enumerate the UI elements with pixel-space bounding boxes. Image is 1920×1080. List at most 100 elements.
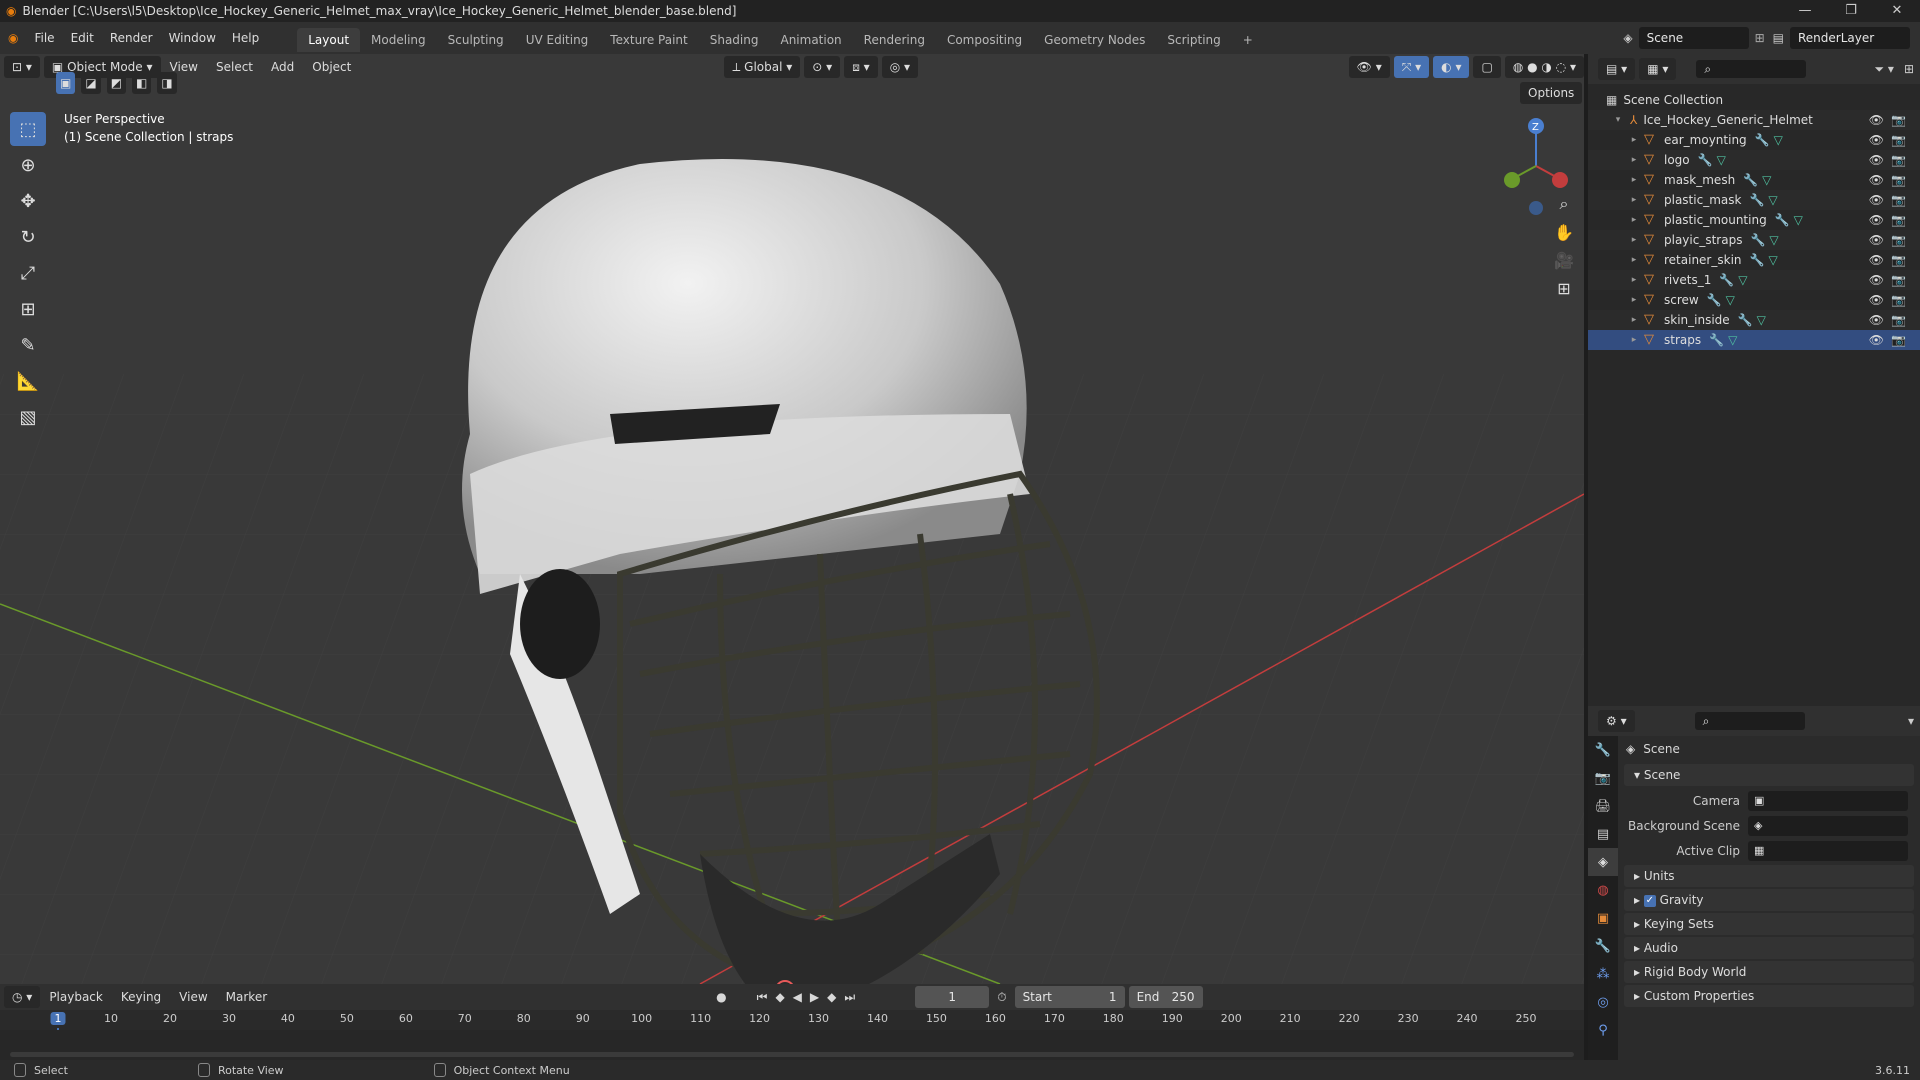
- panel-scene[interactable]: ▾ Scene: [1624, 764, 1914, 786]
- play-icon[interactable]: ▶: [810, 990, 819, 1004]
- expand-icon[interactable]: ▸: [1628, 310, 1640, 330]
- modifier-icon[interactable]: 🔧: [1755, 130, 1770, 150]
- current-frame-marker[interactable]: 1: [50, 1012, 66, 1025]
- menu-object[interactable]: Object: [303, 60, 360, 74]
- overlay-toggle-icon[interactable]: ◐ ▾: [1433, 56, 1470, 78]
- menu-edit[interactable]: Edit: [63, 22, 102, 54]
- expand-icon[interactable]: ▸: [1628, 150, 1640, 170]
- menu-render[interactable]: Render: [102, 22, 161, 54]
- tab-geometry-nodes[interactable]: Geometry Nodes: [1033, 28, 1156, 52]
- scene-icon[interactable]: ◈: [1623, 31, 1632, 45]
- visibility-eye-icon[interactable]: 👁: [1869, 210, 1884, 230]
- render-camera-icon[interactable]: 📷: [1891, 250, 1906, 270]
- render-camera-icon[interactable]: 📷: [1891, 190, 1906, 210]
- object-tab-icon[interactable]: ▣: [1588, 904, 1618, 932]
- modifier-icon[interactable]: 🔧: [1750, 250, 1765, 270]
- render-camera-icon[interactable]: 📷: [1891, 130, 1906, 150]
- outliner-object-row[interactable]: ▸ ▽ mask_mesh 🔧 ▽ 👁 📷: [1588, 170, 1920, 190]
- tab-layout[interactable]: Layout: [297, 28, 361, 52]
- scene-tab-icon[interactable]: ◈: [1588, 848, 1618, 876]
- gravity-checkbox[interactable]: ✓: [1643, 894, 1656, 907]
- timeline-scrollbar[interactable]: [10, 1052, 1574, 1057]
- modifier-tab-icon[interactable]: 🔧: [1588, 932, 1618, 960]
- properties-editor-icon[interactable]: ⚙ ▾: [1598, 710, 1635, 732]
- pin-icon[interactable]: ⊞: [1755, 31, 1765, 45]
- mesh-data-icon[interactable]: ▽: [1774, 130, 1783, 150]
- mesh-data-icon[interactable]: ▽: [1717, 150, 1726, 170]
- add-cube-tool-icon[interactable]: ▧: [10, 400, 46, 434]
- zoom-icon[interactable]: ⌕: [1550, 190, 1578, 218]
- visibility-eye-icon[interactable]: 👁: [1869, 290, 1884, 310]
- outliner-object-row[interactable]: ▸ ▽ straps 🔧 ▽ 👁 📷: [1588, 330, 1920, 350]
- physics-tab-icon[interactable]: ◎: [1588, 988, 1618, 1016]
- mesh-data-icon[interactable]: ▽: [1728, 330, 1737, 350]
- menu-playback[interactable]: Playback: [40, 990, 112, 1004]
- visibility-eye-icon[interactable]: 👁: [1869, 130, 1884, 150]
- shading-modes-icon[interactable]: ◍ ● ◑ ◌ ▾: [1504, 56, 1584, 78]
- ortho-grid-icon[interactable]: ⊞: [1550, 274, 1578, 302]
- view-layer-tab-icon[interactable]: ▤: [1588, 820, 1618, 848]
- editor-type-button[interactable]: ⊡ ▾: [4, 56, 40, 78]
- expand-icon[interactable]: ▸: [1628, 250, 1640, 270]
- menu-add[interactable]: Add: [262, 60, 303, 74]
- panel-keying-sets[interactable]: ▸ Keying Sets: [1624, 913, 1914, 935]
- panel-units[interactable]: ▸ Units: [1624, 865, 1914, 887]
- mesh-data-icon[interactable]: ▽: [1726, 290, 1735, 310]
- jump-start-icon[interactable]: ⏮: [757, 990, 768, 1005]
- pan-hand-icon[interactable]: ✋: [1550, 218, 1578, 246]
- render-camera-icon[interactable]: 📷: [1891, 270, 1906, 290]
- tab-scripting[interactable]: Scripting: [1156, 28, 1231, 52]
- modifier-icon[interactable]: 🔧: [1738, 310, 1753, 330]
- outliner-object-row[interactable]: ▸ ▽ ear_moynting 🔧 ▽ 👁 📷: [1588, 130, 1920, 150]
- tool-tab-icon[interactable]: 🔧: [1588, 736, 1618, 764]
- outliner-search-input[interactable]: ⌕: [1696, 60, 1807, 78]
- select-new-icon[interactable]: ▣: [56, 72, 76, 94]
- select-invert-icon[interactable]: ◧: [132, 72, 152, 94]
- visibility-eye-icon[interactable]: 👁: [1869, 170, 1884, 190]
- prev-key-icon[interactable]: ◆: [775, 990, 784, 1004]
- expand-icon[interactable]: ▸: [1628, 330, 1640, 350]
- proportional-edit-icon[interactable]: ◎ ▾: [881, 56, 918, 78]
- blender-menu-icon[interactable]: ◉: [0, 22, 26, 54]
- tab-uv-editing[interactable]: UV Editing: [515, 28, 600, 52]
- background-scene-field[interactable]: ◈: [1748, 815, 1908, 836]
- render-camera-icon[interactable]: 📷: [1891, 310, 1906, 330]
- outliner-object-row[interactable]: ▸ ▽ plastic_mask 🔧 ▽ 👁 📷: [1588, 190, 1920, 210]
- scene-collection-row[interactable]: ▦ Scene Collection: [1588, 90, 1920, 110]
- visibility-eye-icon[interactable]: 👁: [1869, 230, 1884, 250]
- outliner-object-row[interactable]: ▸ ▽ logo 🔧 ▽ 👁 📷: [1588, 150, 1920, 170]
- renderlayer-icon[interactable]: ▤: [1773, 31, 1784, 45]
- display-mode-icon[interactable]: ▦ ▾: [1639, 58, 1677, 80]
- panel-custom-properties[interactable]: ▸ Custom Properties: [1624, 985, 1914, 1007]
- mesh-data-icon[interactable]: ▽: [1762, 170, 1771, 190]
- rotate-tool-icon[interactable]: ↻: [10, 220, 46, 254]
- start-frame-field[interactable]: Start 1: [1014, 986, 1125, 1008]
- 3d-viewport[interactable]: ⊡ ▾ ▣ Object Mode ▾ View Select Add Obje…: [0, 54, 1584, 984]
- close-button[interactable]: ✕: [1874, 0, 1920, 22]
- expand-icon[interactable]: ▸: [1628, 290, 1640, 310]
- menu-marker[interactable]: Marker: [217, 990, 276, 1004]
- render-camera-icon[interactable]: 📷: [1891, 170, 1906, 190]
- panel-rigid-body-world[interactable]: ▸ Rigid Body World: [1624, 961, 1914, 983]
- tab-sculpting[interactable]: Sculpting: [437, 28, 515, 52]
- new-collection-icon[interactable]: ⊞: [1904, 62, 1914, 76]
- menu-select[interactable]: Select: [207, 60, 262, 74]
- properties-search-input[interactable]: ⌕: [1694, 712, 1805, 730]
- transform-tool-icon[interactable]: ⊞: [10, 292, 46, 326]
- modifier-icon[interactable]: 🔧: [1709, 330, 1724, 350]
- world-tab-icon[interactable]: ◍: [1588, 876, 1618, 904]
- outliner-object-row[interactable]: ▸ ▽ skin_inside 🔧 ▽ 👁 📷: [1588, 310, 1920, 330]
- orientation-selector[interactable]: ⟂ Global ▾: [724, 56, 801, 78]
- scene-selector[interactable]: Scene: [1638, 27, 1749, 49]
- pivot-icon[interactable]: ⊙ ▾: [804, 56, 841, 78]
- modifier-icon[interactable]: 🔧: [1750, 230, 1765, 250]
- tab-compositing[interactable]: Compositing: [936, 28, 1033, 52]
- annotate-tool-icon[interactable]: ✎: [10, 328, 46, 362]
- frame-ruler[interactable]: 1 10 20 30 40 50 60 70 80 90 100 110 120 130 140 150 160…: [0, 1010, 1584, 1064]
- menu-help[interactable]: Help: [224, 22, 267, 54]
- record-icon[interactable]: ●: [716, 990, 726, 1004]
- particles-tab-icon[interactable]: ⁂: [1588, 960, 1618, 988]
- outliner-object-row[interactable]: ▸ ▽ retainer_skin 🔧 ▽ 👁 📷: [1588, 250, 1920, 270]
- keyframe-area[interactable]: [0, 1030, 1584, 1060]
- menu-file[interactable]: File: [26, 22, 62, 54]
